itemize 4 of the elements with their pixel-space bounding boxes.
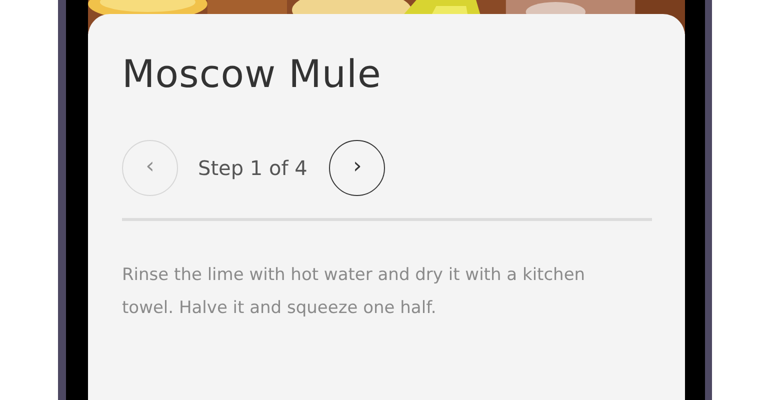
next-button[interactable]: › [329, 140, 386, 196]
step-counter: Step 1 of 4 [198, 156, 308, 180]
recipe-title: Moscow Mule [122, 52, 382, 96]
instruction-text: Rinse the lime with hot water and dry it with a kitchen towel. Halve it and squeeze one half. [122, 264, 586, 320]
